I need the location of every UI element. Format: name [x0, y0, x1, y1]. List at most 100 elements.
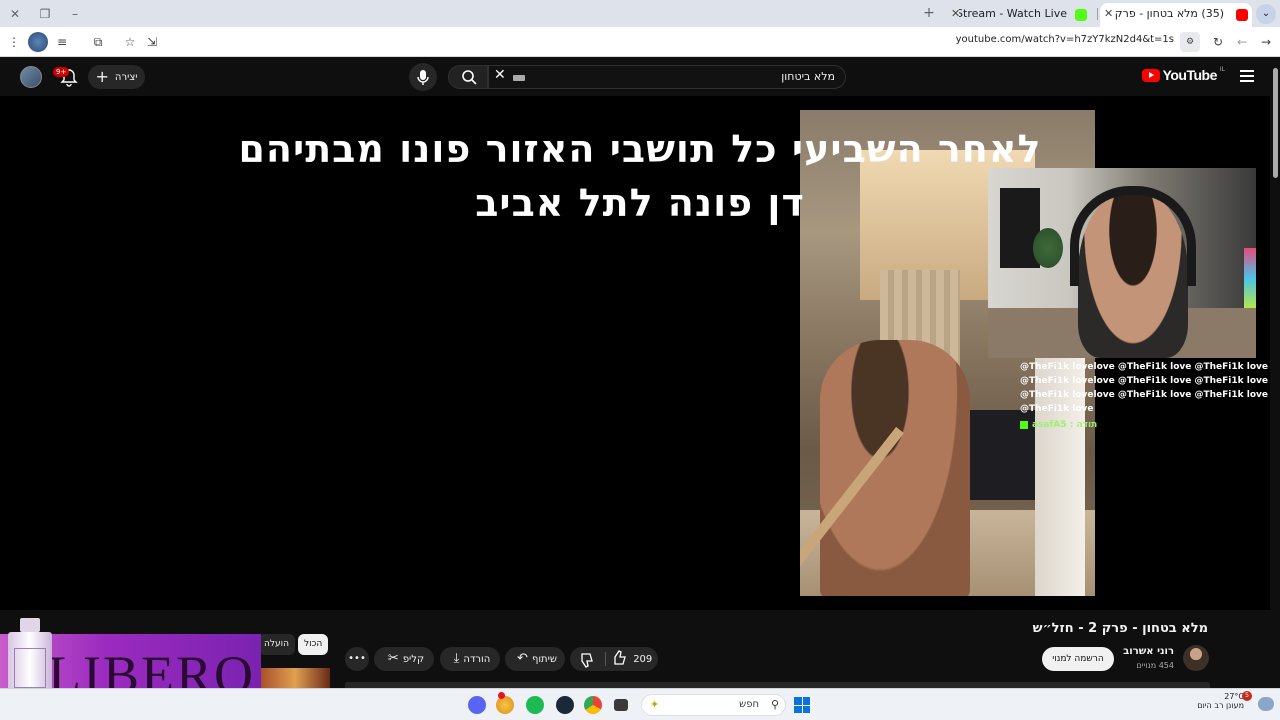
scene-person	[820, 340, 970, 596]
youtube-header: YouTube IL מלא ביטחון ✕	[0, 58, 1280, 96]
guide-menu-icon[interactable]	[1240, 70, 1254, 85]
keyboard-icon[interactable]	[513, 75, 525, 81]
chat-sender-text: asafA5 : תודה	[1032, 420, 1098, 430]
microphone-icon	[417, 70, 429, 85]
recommended-thumbnail[interactable]	[260, 668, 330, 688]
restore-window-icon[interactable]: ❐	[36, 5, 54, 23]
clip-label: קליפ	[402, 654, 425, 665]
create-label: יצירה	[114, 72, 138, 83]
search-icon: ⚲	[770, 698, 779, 711]
chat-sender-line: asafA5 : תודה	[1020, 418, 1280, 432]
taskbar-search-label: חפש	[739, 699, 759, 710]
cloud-icon	[1258, 697, 1274, 711]
channel-avatar[interactable]	[1183, 645, 1209, 671]
spotify-icon[interactable]	[526, 696, 544, 714]
page-scrollbar[interactable]	[1270, 58, 1280, 688]
youtube-favicon-icon	[1236, 9, 1248, 21]
tab-divider	[1097, 8, 1098, 20]
scissors-icon: ✂	[387, 651, 399, 666]
search-input[interactable]: מלא ביטחון	[488, 65, 846, 89]
more-dots-icon: •••	[348, 653, 366, 664]
taskbar-search[interactable]: ✦ חפש ⚲	[641, 694, 786, 716]
close-window-icon[interactable]: ✕	[6, 5, 24, 23]
weather-temperature: 27°C	[1224, 692, 1244, 701]
windows-taskbar: ✦ חפש ⚲ 27°C מעונן רב היום 5	[0, 688, 1280, 720]
back-icon[interactable]: →	[1256, 32, 1276, 52]
app-notification-dot	[498, 692, 505, 699]
address-bar[interactable]: ☆ ⇲ youtube.com/watch?v=h7zY7kzN2d4&t=1s…	[118, 30, 1204, 54]
subscriber-count: 454 מנויים	[1136, 661, 1174, 670]
dislike-button[interactable]	[576, 647, 598, 681]
youtube-logo[interactable]: YouTube IL	[1141, 65, 1225, 83]
clip-button[interactable]: קליפ✂	[374, 647, 434, 671]
like-button[interactable]: 209	[610, 647, 652, 672]
tab-close-icon[interactable]: ✕	[1104, 3, 1113, 25]
chat-line: @TheFi1k lovelove @TheFi1k love @TheFi1k…	[1020, 390, 1280, 400]
more-actions-button[interactable]: •••	[345, 647, 369, 671]
download-button[interactable]: הורדה⤓	[440, 647, 500, 671]
clear-search-icon[interactable]: ✕	[494, 67, 506, 83]
thumbs-down-icon	[581, 653, 593, 668]
chat-line: @TheFi1k lovelove @TheFi1k love @TheFi1k…	[1020, 362, 1280, 372]
browser-tab-youtube[interactable]: ✕ (35) מלא בטחון - פרק 2 - חזל״ש	[1100, 3, 1252, 27]
browser-tab-strip: ✕ ❐ – + ✕ Yanivu938 Stream - Watch Live …	[0, 0, 1280, 27]
discord-icon[interactable]	[468, 696, 486, 714]
share-arrow-icon: ↶	[517, 651, 528, 666]
forward-icon[interactable]: ←	[1232, 32, 1252, 52]
bookmark-star-icon[interactable]: ☆	[120, 32, 140, 52]
download-icon: ⤓	[453, 651, 460, 666]
tab-search-icon[interactable]: ⌄	[1256, 4, 1276, 24]
search-button[interactable]	[448, 65, 488, 89]
chip-uploaded[interactable]: הועלה	[258, 634, 295, 655]
create-button[interactable]: יצירה +	[88, 65, 145, 89]
video-title: מלא בטחון - פרק 2 - חזל״ש	[1032, 621, 1208, 636]
menu-kebab-icon[interactable]: ⋮	[4, 32, 24, 52]
headset-shape	[1070, 186, 1196, 286]
search-icon	[462, 70, 477, 85]
download-label: הורדה	[463, 654, 491, 665]
chip-all[interactable]: הכול	[298, 634, 329, 655]
app-icon[interactable]	[496, 696, 514, 714]
thumbs-up-icon	[614, 650, 626, 665]
weather-badge: 5	[1242, 691, 1252, 701]
new-tab-button[interactable]: +	[920, 4, 938, 22]
task-view-icon[interactable]	[614, 699, 628, 711]
region-code: IL	[1219, 65, 1225, 73]
bottle-label	[14, 648, 46, 688]
kick-favicon-icon	[1075, 9, 1087, 21]
weather-description: מעונן רב היום	[1197, 701, 1244, 710]
chat-line: @TheFi1k lovelove @TheFi1k love @TheFi1k…	[1020, 376, 1280, 386]
steam-icon[interactable]	[556, 696, 574, 714]
site-settings-icon[interactable]: ⚙	[1180, 32, 1200, 52]
webcam-plant	[1033, 228, 1063, 268]
extensions-icon[interactable]: ⧉	[88, 32, 108, 52]
rgb-light	[1244, 248, 1256, 308]
stream-chat-overlay: @TheFi1k lovelove @TheFi1k love @TheFi1k…	[1020, 360, 1280, 432]
profile-avatar-icon[interactable]	[28, 32, 48, 52]
install-app-icon[interactable]: ⇲	[142, 32, 162, 52]
webcam-overlay	[988, 168, 1256, 358]
share-label: שיתוף	[531, 654, 557, 665]
minimize-window-icon[interactable]: –	[66, 5, 84, 23]
weather-widget[interactable]: 27°C מעונן רב היום	[1197, 692, 1244, 710]
like-dislike-group: 209	[570, 647, 658, 671]
reload-icon[interactable]: ↻	[1208, 32, 1228, 52]
channel-name[interactable]: רוני אשרוב	[1123, 646, 1174, 657]
like-separator	[605, 652, 606, 666]
chrome-icon[interactable]	[584, 696, 602, 714]
youtube-wordmark: YouTube	[1162, 67, 1218, 83]
tab-close-icon[interactable]: ✕	[951, 3, 960, 25]
share-button[interactable]: שיתוף↶	[505, 647, 565, 671]
notification-badge: 9+	[53, 67, 70, 77]
copilot-sparkle-icon: ✦	[650, 698, 660, 711]
voice-search-button[interactable]	[409, 63, 437, 91]
bottle-cap	[20, 618, 40, 632]
chat-line: @TheFi1k love	[1020, 404, 1094, 414]
subscribe-button[interactable]: הרשמה למנוי	[1042, 647, 1114, 671]
scrollbar-thumb[interactable]	[1273, 68, 1278, 178]
windows-start-icon[interactable]	[794, 697, 810, 713]
reading-list-icon[interactable]: ≡	[52, 32, 72, 52]
account-avatar[interactable]	[20, 66, 42, 88]
browser-tab-stream[interactable]: ✕ Yanivu938 Stream - Watch Live	[945, 3, 1095, 27]
browser-toolbar: ⋮ ≡ ⧉ ☆ ⇲ youtube.com/watch?v=h7zY7kzN2d…	[0, 27, 1280, 57]
